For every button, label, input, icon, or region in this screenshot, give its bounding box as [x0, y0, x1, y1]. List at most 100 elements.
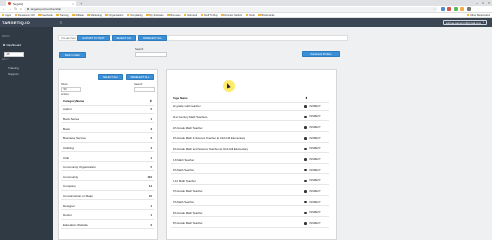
table-row[interactable]: Community 110	[61, 174, 154, 182]
inspect-icon[interactable]	[303, 190, 307, 193]
bookmark-item[interactable]: Rebrand	[184, 14, 197, 17]
inspect-icon[interactable]	[303, 158, 307, 161]
home-icon[interactable]: ⌂	[20, 7, 22, 11]
table-header-row[interactable]: Page Name ⬍	[171, 95, 329, 103]
maximize-icon[interactable]: □	[482, 1, 484, 5]
bookmark-item[interactable]: Organisation	[105, 14, 123, 17]
extension-icon[interactable]	[440, 7, 445, 11]
bookmark-item[interactable]: Tools	[245, 14, 255, 17]
inspect-link[interactable]: INSPECT	[310, 201, 328, 204]
inspect-icon[interactable]	[303, 222, 307, 225]
extension-icon[interactable]	[453, 7, 458, 11]
bookmark-item[interactable]: Bookmarks	[258, 14, 274, 17]
table-row[interactable]: Author 5	[61, 106, 154, 114]
back-to-main-button[interactable]: Back to Main	[59, 52, 86, 58]
table-row[interactable]: Company 14	[61, 183, 154, 191]
table-row[interactable]: 5th Grade Math & Science Teacher at Club…	[171, 135, 329, 143]
inspect-link[interactable]: INSPECT	[310, 190, 328, 193]
table-row[interactable]: 8th Grade Math Teacher INSPECT	[171, 220, 329, 228]
table-row[interactable]: Clothing 4	[61, 145, 154, 153]
entries-select[interactable]: 50	[61, 87, 81, 92]
bookmark-item[interactable]: Marketing	[87, 14, 102, 17]
export-to-text-button[interactable]: EXPORT TO TEXT	[77, 35, 110, 41]
inspect-icon[interactable]	[303, 179, 307, 183]
bookmark-item[interactable]: Templating	[126, 14, 143, 17]
table-row[interactable]: Community Organization 5	[61, 164, 154, 172]
table-row[interactable]: 6-8 Math Teacher INSPECT	[171, 156, 329, 164]
inspect-icon[interactable]	[303, 147, 307, 151]
table-row[interactable]: Designer 1	[61, 203, 154, 211]
table-row[interactable]: 4th Grade Math Teacher INSPECT	[171, 124, 329, 132]
bookmark-star-icon[interactable]: ☆	[433, 7, 436, 11]
inspect-link[interactable]: INSPECT	[310, 211, 328, 214]
inspect-icon[interactable]	[303, 126, 307, 129]
entries-select[interactable]: 25	[4, 52, 24, 57]
bookmark-item[interactable]: Bonuses	[167, 14, 181, 17]
table-row[interactable]: Business Service 2	[61, 135, 154, 143]
inspect-link[interactable]: INSPECT	[310, 147, 328, 150]
column-header-category[interactable]: CategoryName	[63, 99, 144, 103]
table-row[interactable]: 7th Grade Math Teacher INSPECT	[171, 188, 329, 196]
bookmark-item[interactable]: Facebook	[38, 14, 53, 17]
sort-icon[interactable]: ⬍	[144, 99, 152, 103]
search-input[interactable]	[135, 52, 167, 57]
other-bookmarks-item[interactable]: Other Bookmarks	[466, 14, 490, 17]
inspect-icon[interactable]	[303, 211, 307, 215]
deselect-all-button[interactable]: DESELECT ALL	[126, 74, 154, 80]
table-row[interactable]: Book 3	[61, 125, 154, 133]
table-row[interactable]: 21st Century Math Teachers INSPECT	[171, 114, 329, 122]
bookmark-item[interactable]: Apps	[2, 14, 11, 17]
table-row[interactable]: 8th Grade Math Teacher INSPECT	[171, 210, 329, 218]
extension-icon[interactable]	[447, 7, 452, 11]
inspect-link[interactable]: INSPECT	[310, 105, 328, 108]
inspect-icon[interactable]	[303, 105, 307, 108]
bookmark-item[interactable]: Training	[56, 14, 69, 17]
inspect-icon[interactable]	[303, 136, 307, 140]
inspect-icon[interactable]	[303, 200, 307, 204]
url-input[interactable]: targetiq.io/membership ☆	[24, 6, 439, 12]
hamburger-menu-icon[interactable]: ≡	[60, 20, 62, 25]
inspect-icon[interactable]	[303, 168, 307, 172]
menu-dots-icon[interactable]	[466, 7, 471, 11]
back-arrow-icon[interactable]: ←	[2, 7, 6, 11]
sort-icon[interactable]: ⬍	[305, 96, 307, 100]
close-window-icon[interactable]: ×	[488, 1, 490, 5]
inspect-link[interactable]: INSPECT	[310, 126, 328, 129]
inspect-link[interactable]: INSPECT	[310, 169, 328, 172]
reload-icon[interactable]: ↻	[14, 7, 17, 11]
bookmark-item[interactable]: Domain Sellers	[221, 14, 242, 17]
search-input[interactable]	[134, 87, 155, 92]
table-header-row[interactable]: CategoryName ⬍	[61, 98, 154, 106]
inspect-link[interactable]: INSPECT	[310, 115, 328, 118]
bookmark-item[interactable]: Affiliate	[72, 14, 84, 17]
column-header-page-name[interactable]: Page Name	[173, 96, 306, 100]
table-row[interactable]: 5th Grade Math and Science Teacher at Cl…	[171, 146, 329, 154]
brand-logo[interactable]: TARGETIQ.IO	[2, 20, 30, 25]
sidebar-item-support[interactable]: Support	[0, 71, 53, 77]
table-row[interactable]: 7th Math Teacher INSPECT	[171, 199, 329, 207]
inspect-link[interactable]: INSPECT	[310, 137, 328, 140]
inspect-link[interactable]: INSPECT	[310, 179, 328, 182]
table-row[interactable]: Book Series 1	[61, 116, 154, 124]
tab-close-icon[interactable]: ×	[72, 2, 74, 6]
table-row[interactable]: Comsimistran or Major 12	[61, 193, 154, 201]
facebook-profiles-button[interactable]: Facebook Profiles	[302, 51, 340, 57]
bookmark-item[interactable]: My Software	[146, 14, 164, 17]
bookmark-item[interactable]: Panasonic CM	[14, 14, 35, 17]
table-row[interactable]: 6th Math Teacher INSPECT	[171, 167, 329, 175]
bookmark-item[interactable]: Stuff To Buy	[200, 14, 218, 17]
select-all-button[interactable]: SELECT ALL	[98, 74, 123, 80]
table-row[interactable]: Club 1	[61, 154, 154, 162]
table-row[interactable]: 7-12 Math Teacher INSPECT	[171, 178, 329, 186]
table-row[interactable]: Education Website 2	[61, 222, 154, 230]
table-row[interactable]: 12 grade math teacher INSPECT	[171, 103, 329, 111]
inspect-link[interactable]: INSPECT	[310, 222, 328, 225]
forward-arrow-icon[interactable]: →	[8, 7, 12, 11]
minimize-icon[interactable]: –	[476, 1, 478, 5]
select-all-button[interactable]: SELECT ALL	[112, 35, 136, 41]
deselect-all-button[interactable]: DESELECT ALL	[138, 35, 167, 41]
inspect-icon[interactable]	[303, 115, 307, 119]
user-menu[interactable]: joshua.cameron@gmail.com ▾	[442, 19, 487, 26]
extension-icon[interactable]	[460, 7, 465, 11]
table-row[interactable]: Doctor 1	[61, 212, 154, 220]
